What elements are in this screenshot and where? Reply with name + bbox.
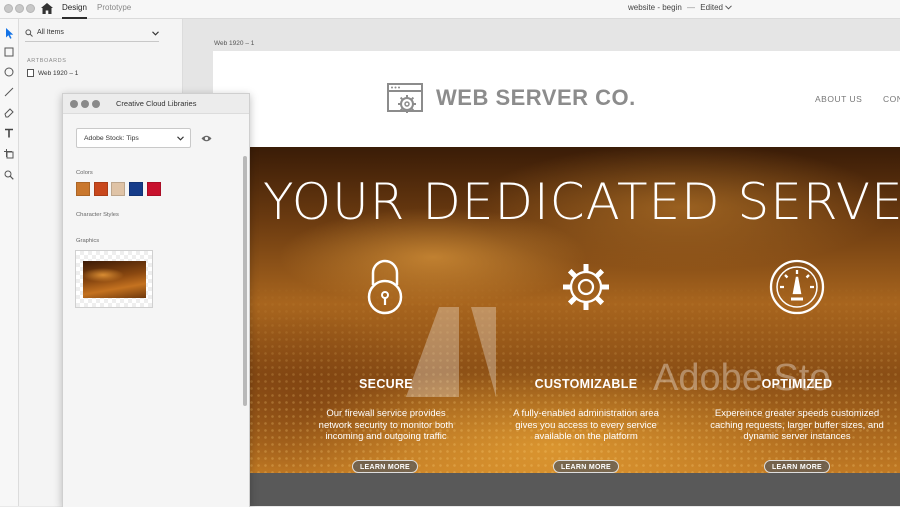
artboard-name: Web 1920 – 1 bbox=[38, 69, 79, 77]
ellipse-icon bbox=[4, 67, 14, 77]
document-status: Edited bbox=[700, 3, 723, 12]
feature-desc-line: gives you access to every service bbox=[515, 419, 657, 431]
character-styles-label: Character Styles bbox=[76, 212, 119, 218]
color-swatch[interactable] bbox=[94, 182, 108, 196]
padlock-icon bbox=[367, 259, 403, 315]
color-swatch[interactable] bbox=[111, 182, 125, 196]
site-header: WEB SERVER CO. ABOUT US CON bbox=[213, 51, 900, 147]
server-window-gear-icon bbox=[387, 83, 423, 113]
close-window-button[interactable] bbox=[4, 4, 13, 13]
libraries-panel-header[interactable]: Creative Cloud Libraries bbox=[63, 94, 249, 114]
text-icon bbox=[5, 128, 13, 138]
brand-name: WEB SERVER CO. bbox=[436, 85, 636, 110]
graphics-section-label: Graphics bbox=[76, 238, 100, 244]
chevron-down-icon bbox=[725, 5, 733, 10]
feature-desc-line: A fully-enabled administration area bbox=[513, 408, 659, 419]
pen-tool[interactable] bbox=[3, 107, 15, 119]
panel-close-button[interactable] bbox=[70, 100, 78, 108]
panel-zoom-button[interactable] bbox=[92, 100, 100, 108]
feature-title-optimized: OPTIMIZED bbox=[761, 377, 833, 391]
library-select-dropdown[interactable]: Adobe Stock: Tips bbox=[76, 128, 191, 148]
feature-desc-customizable: A fully-enabled administration area give… bbox=[496, 408, 676, 443]
graphic-image bbox=[83, 261, 146, 298]
line-tool[interactable] bbox=[3, 86, 15, 98]
color-swatch[interactable] bbox=[129, 182, 143, 196]
text-tool[interactable] bbox=[3, 127, 15, 139]
rectangle-tool[interactable] bbox=[3, 46, 15, 58]
assets-filter-label: All Items bbox=[37, 29, 64, 36]
libraries-panel-title: Creative Cloud Libraries bbox=[116, 99, 197, 108]
artboards-section-title: ARTBOARDS bbox=[27, 58, 67, 64]
creative-cloud-libraries-panel: Creative Cloud Libraries Adobe Stock: Ti… bbox=[62, 93, 250, 507]
pen-icon bbox=[4, 108, 14, 118]
artboard-icon bbox=[27, 69, 34, 77]
zoom-window-button[interactable] bbox=[26, 4, 35, 13]
colors-section-label: Colors bbox=[76, 170, 93, 176]
home-icon[interactable] bbox=[41, 3, 53, 14]
nav-contact[interactable]: CON bbox=[883, 94, 900, 104]
feature-desc-secure: Our firewall service provides network se… bbox=[296, 408, 476, 443]
title-bar: Design Prototype website - begin — Edite… bbox=[0, 0, 900, 19]
select-tool[interactable] bbox=[3, 27, 15, 39]
artboard-list-item[interactable]: Web 1920 – 1 bbox=[27, 69, 78, 77]
magnifier-icon bbox=[4, 170, 14, 180]
feature-desc-optimized: Expereince greater speeds customized cac… bbox=[693, 408, 900, 443]
search-icon bbox=[25, 29, 33, 37]
tools-sidebar bbox=[0, 19, 19, 506]
feature-desc-line: network security to monitor both bbox=[318, 419, 454, 431]
hero-section: YOUR DEDICATED SERVER Adobe Sto SECURE O… bbox=[213, 147, 900, 473]
feature-title-secure: SECURE bbox=[359, 377, 413, 391]
line-icon bbox=[4, 87, 14, 97]
feature-desc-line: dynamic server instances bbox=[743, 431, 851, 442]
panel-minimize-button[interactable] bbox=[81, 100, 89, 108]
artboard-web-1920[interactable]: WEB SERVER CO. ABOUT US CON YOUR DEDICAT… bbox=[213, 51, 900, 506]
document-title-separator: — bbox=[687, 3, 696, 12]
libraries-scrollbar[interactable] bbox=[243, 156, 247, 406]
gear-icon bbox=[563, 264, 609, 310]
chevron-down-icon bbox=[177, 136, 184, 141]
learn-more-button-customizable[interactable]: LEARN MORE bbox=[553, 460, 619, 473]
library-select-value: Adobe Stock: Tips bbox=[84, 135, 139, 142]
hero-title: YOUR DEDICATED SERVER bbox=[263, 173, 900, 231]
rectangle-icon bbox=[4, 47, 14, 57]
tab-design[interactable]: Design bbox=[62, 3, 87, 19]
artboard-label[interactable]: Web 1920 – 1 bbox=[214, 40, 254, 47]
feature-desc-line: Expereince greater speeds customized bbox=[714, 408, 880, 419]
artboard-tool[interactable] bbox=[3, 148, 15, 160]
feature-desc-line: Our firewall service provides bbox=[326, 408, 446, 419]
document-name: website - begin bbox=[628, 3, 682, 12]
learn-more-button-optimized[interactable]: LEARN MORE bbox=[764, 460, 830, 473]
color-swatch[interactable] bbox=[76, 182, 90, 196]
chevron-down-icon bbox=[152, 31, 159, 36]
learn-more-button-secure[interactable]: LEARN MORE bbox=[352, 460, 418, 473]
feature-desc-line: incoming and outgoing traffic bbox=[325, 431, 447, 442]
tab-prototype[interactable]: Prototype bbox=[97, 3, 131, 12]
nav-about-us[interactable]: ABOUT US bbox=[815, 94, 862, 104]
minimize-window-button[interactable] bbox=[15, 4, 24, 13]
document-title[interactable]: website - begin — Edited bbox=[628, 3, 733, 12]
footer-band bbox=[213, 473, 900, 506]
assets-filter-dropdown[interactable]: All Items bbox=[25, 27, 159, 42]
zoom-tool[interactable] bbox=[3, 169, 15, 181]
eye-icon[interactable] bbox=[201, 135, 212, 142]
color-swatch[interactable] bbox=[147, 182, 161, 196]
feature-desc-line: caching requests, larger buffer sizes, a… bbox=[710, 419, 884, 431]
feature-title-customizable: CUSTOMIZABLE bbox=[534, 377, 638, 391]
pointer-icon bbox=[5, 27, 13, 39]
artboard-icon bbox=[4, 149, 14, 159]
speedometer-icon bbox=[769, 259, 825, 315]
ellipse-tool[interactable] bbox=[3, 66, 15, 78]
graphic-thumbnail[interactable] bbox=[75, 250, 153, 308]
feature-desc-line: available on the platform bbox=[534, 431, 638, 442]
